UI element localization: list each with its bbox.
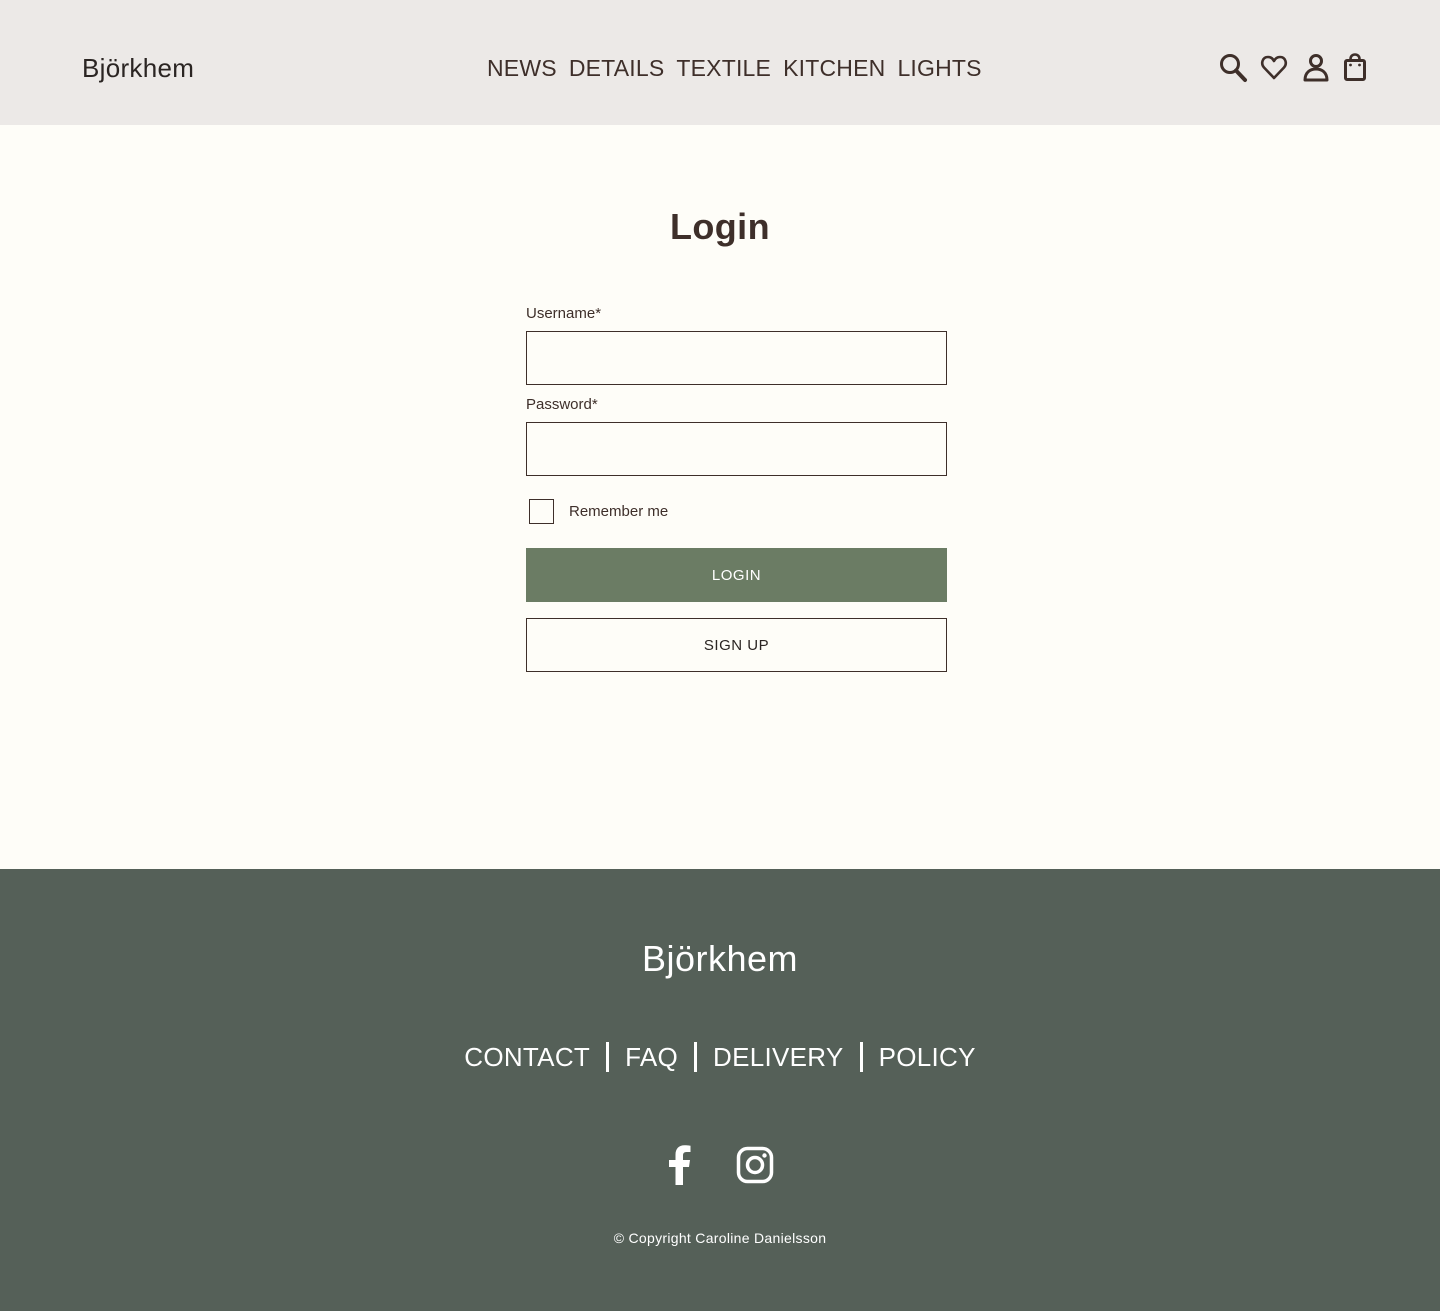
nav-item-kitchen[interactable]: KITCHEN (783, 52, 885, 84)
username-input[interactable] (526, 331, 947, 385)
nav-item-lights[interactable]: LIGHTS (897, 52, 981, 84)
user-icon[interactable] (1302, 52, 1330, 84)
sign-up-button[interactable]: SIGN UP (526, 618, 947, 672)
remember-me-label: Remember me (569, 502, 669, 520)
site-footer: Björkhem CONTACT FAQ DELIVERY POLICY © C… (0, 869, 1440, 1311)
footer-link-policy[interactable]: POLICY (879, 1039, 976, 1075)
instagram-icon[interactable] (736, 1146, 774, 1189)
search-icon[interactable] (1218, 52, 1248, 84)
copyright-text: © Copyright Caroline Danielsson (613, 1230, 827, 1246)
footer-link-faq[interactable]: FAQ (625, 1039, 678, 1075)
remember-me-checkbox[interactable] (529, 498, 554, 524)
nav-item-textile[interactable]: TEXTILE (676, 52, 771, 84)
nav-item-details[interactable]: DETAILS (569, 52, 665, 84)
shopping-bag-icon[interactable] (1342, 52, 1368, 84)
footer-divider (694, 1042, 698, 1072)
brand-logo[interactable]: Björkhem (82, 50, 194, 86)
footer-nav: CONTACT FAQ DELIVERY POLICY (0, 1039, 1440, 1075)
footer-link-delivery[interactable]: DELIVERY (713, 1039, 844, 1075)
footer-divider (606, 1042, 610, 1072)
footer-brand: Björkhem (641, 938, 799, 979)
facebook-icon[interactable] (666, 1145, 692, 1190)
heart-icon[interactable] (1260, 53, 1288, 83)
nav-item-news[interactable]: NEWS (487, 52, 557, 84)
remember-me-row: Remember me (529, 498, 947, 524)
site-header: Björkhem NEWS DETAILS TEXTILE KITCHEN LI… (0, 0, 1440, 125)
footer-divider (859, 1042, 863, 1072)
social-links (0, 1145, 1440, 1190)
footer-link-contact[interactable]: CONTACT (464, 1039, 590, 1075)
password-label: Password* (526, 396, 598, 413)
page-title: Login (670, 206, 770, 247)
main-nav: NEWS DETAILS TEXTILE KITCHEN LIGHTS (487, 52, 982, 84)
password-input[interactable] (526, 422, 947, 476)
username-label: Username* (526, 305, 602, 322)
login-button[interactable]: LOGIN (526, 548, 947, 602)
login-form: Username* Password* Remember me LOGIN SI… (526, 304, 947, 672)
header-icons (1218, 52, 1368, 84)
